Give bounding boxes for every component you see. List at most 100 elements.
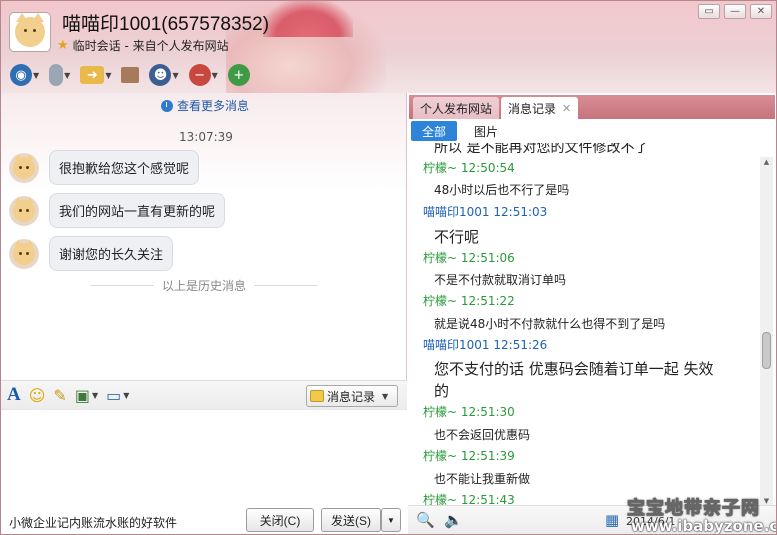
send-options-button[interactable]: ▼ <box>381 508 401 532</box>
record-text: 48小时以后也不行了是吗 <box>434 183 570 197</box>
block-contact-button[interactable]: − ▼ <box>186 62 221 88</box>
emoji-icon[interactable]: ☺ <box>29 386 46 405</box>
font-icon[interactable]: A <box>7 384 21 406</box>
cat-avatar-icon <box>13 239 35 265</box>
remote-assist-button[interactable] <box>118 62 142 88</box>
camera-icon: ◉ <box>10 64 32 86</box>
window-icon <box>121 67 140 83</box>
close-button[interactable]: ✕ <box>750 4 772 19</box>
record-text: 不是不付款就取消订单吗 <box>434 273 567 287</box>
calendar-icon[interactable]: ▦ <box>605 511 619 529</box>
record-time: 12:50:54 <box>460 161 515 175</box>
video-call-button[interactable]: ◉ ▼ <box>7 62 42 88</box>
filter-all[interactable]: 全部 <box>411 121 458 141</box>
chevron-down-icon: ▼ <box>211 70 218 80</box>
record-text-partial: 所以 是不能再对您的文件修改不了 <box>434 143 649 156</box>
magic-text-icon[interactable]: ✎ <box>53 386 66 405</box>
record-sender: 柠檬~ <box>423 449 458 463</box>
record-sender: 柠檬~ <box>423 161 458 175</box>
scrollbar-thumb[interactable] <box>762 332 771 369</box>
cat-avatar-icon <box>13 196 35 222</box>
record-text: 就是说48小时不付款就什么也得不到了是吗 <box>434 317 666 331</box>
record-time: 12:51:26 <box>493 338 548 352</box>
chevron-down-icon: ▼ <box>33 70 40 80</box>
contact-avatar[interactable] <box>9 12 51 52</box>
watermark-url: www.ibabyzone.cn <box>631 517 777 535</box>
send-button[interactable]: 发送(S) <box>321 508 381 532</box>
file-transfer-button[interactable]: ➜ ▼ <box>77 62 114 88</box>
record-header: 柠檬~ 12:51:22 <box>423 292 515 309</box>
profile-button[interactable]: ☻ ▼ <box>146 62 181 88</box>
bottom-bar: 小微企业记内账流水账的好软件 关闭(C) 发送(S) ▼ <box>1 503 407 534</box>
cat-avatar-icon <box>15 13 45 47</box>
message-bubble[interactable]: 很抱歉给您这个感觉呢 <box>49 150 200 185</box>
record-header: 柠檬~ 12:51:06 <box>423 249 515 266</box>
message-row: 我们的网站一直有更新的呢 <box>9 193 226 228</box>
tab-personal-site[interactable]: 个人发布网站 <box>413 97 500 119</box>
tab-message-history[interactable]: 消息记录 ✕ <box>501 97 579 119</box>
message-input[interactable] <box>1 410 407 503</box>
record-time: 12:51:22 <box>460 294 515 308</box>
record-time: 12:51:03 <box>493 205 548 219</box>
record-header: 柠檬~ 12:51:39 <box>423 447 515 464</box>
message-bubble[interactable]: 我们的网站一直有更新的呢 <box>49 193 226 228</box>
message-history-label: 消息记录 <box>327 389 376 404</box>
close-tab-icon[interactable]: ✕ <box>562 102 571 115</box>
chevron-down-icon: ▼ <box>91 390 99 400</box>
record-time: 12:51:06 <box>460 251 515 265</box>
search-icon[interactable]: 🔍 <box>416 511 435 529</box>
conversation-pane: 查看更多消息 13:07:39 很抱歉给您这个感觉呢 我们的网站一直有更新的呢 … <box>1 93 407 534</box>
maximize-button[interactable]: — <box>724 4 746 19</box>
side-tabs: 个人发布网站 消息记录 ✕ <box>409 95 775 119</box>
scroll-up-icon[interactable]: ▲ <box>762 158 771 167</box>
record-text: 不行呢 <box>434 228 480 246</box>
record-sender: 柠檬~ <box>423 251 458 265</box>
chevron-down-icon: ▼ <box>123 390 130 400</box>
input-toolbar: A ☺ ✎ ▣ ▼ ▭ ▼ 消息记录 ▼ <box>1 380 407 410</box>
cat-avatar-icon <box>13 153 35 179</box>
record-text: 您不支付的话 优惠码会随着订单一起 失效 <box>434 360 714 378</box>
folder-icon: ➜ <box>80 66 105 84</box>
user-icon: ☻ <box>149 64 172 86</box>
voice-call-button[interactable]: ▼ <box>46 62 73 88</box>
view-more-messages-link[interactable]: 查看更多消息 <box>161 97 249 114</box>
message-history-button[interactable]: 消息记录 ▼ <box>306 385 398 407</box>
view-more-label: 查看更多消息 <box>177 99 250 113</box>
clock-icon <box>161 99 173 112</box>
record-sender: 柠檬~ <box>423 294 458 308</box>
add-friend-button[interactable]: + <box>225 62 253 88</box>
image-icon[interactable]: ▣ ▼ <box>75 386 98 405</box>
message-bubble[interactable]: 谢谢您的长久关注 <box>49 236 174 271</box>
sender-avatar[interactable] <box>9 238 39 269</box>
session-subtitle: ★ 临时会话 - 来自个人发布网站 <box>57 37 229 54</box>
record-sender: 喵喵印1001 <box>423 338 490 352</box>
record-sender: 喵喵印1001 <box>423 205 490 219</box>
chevron-down-icon: ▼ <box>64 70 71 80</box>
history-divider-label: 以上是历史消息 <box>162 279 247 293</box>
filter-images[interactable]: 图片 <box>463 121 509 141</box>
history-scrollbar[interactable]: ▲ ▼ <box>760 157 773 507</box>
chat-window: 喵喵印1001(657578352) ★ 临时会话 - 来自个人发布网站 ▭ —… <box>0 0 777 535</box>
side-panel: 个人发布网站 消息记录 ✕ 全部 图片 所以 是不能再对您的文件修改不了 柠檬~… <box>408 93 776 534</box>
record-header: 喵喵印1001 12:51:03 <box>423 203 547 220</box>
user-remove-icon: − <box>188 64 211 86</box>
tab-label: 消息记录 <box>508 101 557 116</box>
sender-avatar[interactable] <box>9 195 39 226</box>
record-header: 柠檬~ 12:50:54 <box>423 159 515 176</box>
microphone-icon <box>49 64 64 86</box>
session-subtitle-text: 临时会话 - 来自个人发布网站 <box>72 39 229 53</box>
window-controls: ▭ — ✕ <box>698 4 772 19</box>
close-chat-button[interactable]: 关闭(C) <box>246 508 314 532</box>
ad-link[interactable]: 小微企业记内账流水账的好软件 <box>9 514 177 531</box>
history-filter-tabs: 全部 图片 <box>408 119 768 143</box>
speaker-icon[interactable]: 🔈 <box>444 511 463 529</box>
sender-avatar[interactable] <box>9 152 39 183</box>
record-time: 12:51:30 <box>460 405 515 419</box>
record-header: 喵喵印1001 12:51:26 <box>423 336 547 353</box>
record-header: 柠檬~ 12:51:30 <box>423 403 515 420</box>
contact-name: 喵喵印1001(657578352) <box>62 14 270 35</box>
chevron-down-icon: ▼ <box>105 70 112 80</box>
minimize-button[interactable]: ▭ <box>698 4 720 19</box>
screenshot-icon[interactable]: ▭ ▼ <box>106 386 129 405</box>
main-toolbar: ◉ ▼ ▼ ➜ ▼ ☻ ▼ − ▼ + <box>7 62 253 88</box>
